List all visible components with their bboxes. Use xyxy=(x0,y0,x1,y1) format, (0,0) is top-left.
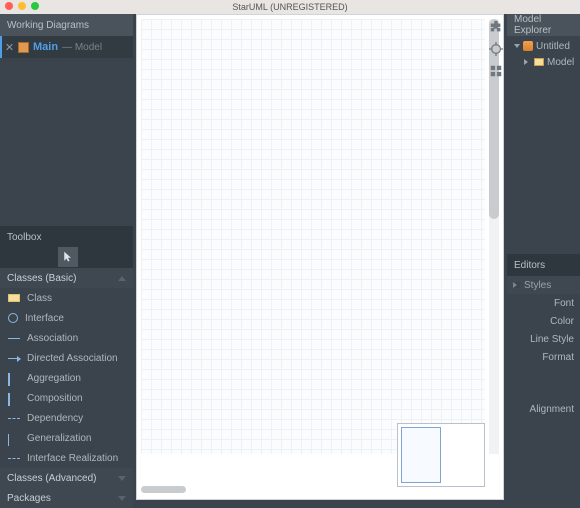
close-window-icon[interactable] xyxy=(5,2,13,10)
chevron-down-icon xyxy=(118,476,126,481)
app-title: StarUML (UNREGISTERED) xyxy=(232,2,347,12)
toolbox-item-interface[interactable]: Interface xyxy=(0,308,133,328)
project-icon xyxy=(523,41,533,51)
chevron-down-icon xyxy=(118,496,126,501)
toolbox-item-label: Aggregation xyxy=(27,373,81,384)
minimap[interactable] xyxy=(397,423,485,487)
zoom-window-icon[interactable] xyxy=(31,2,39,10)
editors-header: Editors xyxy=(507,254,580,276)
section-classes-basic[interactable]: Classes (Basic) xyxy=(0,268,133,288)
editor-item-label: Line Style xyxy=(530,334,574,345)
editors-styles-label: Styles xyxy=(524,280,551,291)
diagram-icon xyxy=(18,42,29,53)
grid-icon[interactable] xyxy=(487,62,505,80)
toolbox-item-association[interactable]: Association xyxy=(0,328,133,348)
working-diagrams-header: Working Diagrams xyxy=(0,14,133,36)
editor-item-color[interactable]: Color xyxy=(507,312,580,330)
titlebar: StarUML (UNREGISTERED) xyxy=(0,0,580,14)
toolbox-item-label: Generalization xyxy=(27,433,91,444)
toolbox-basic-list: Class Interface Association Directed Ass… xyxy=(0,288,133,468)
editor-item-label: Font xyxy=(554,298,574,309)
canvas[interactable] xyxy=(136,14,504,500)
minimap-viewport[interactable] xyxy=(401,427,441,483)
cursor-icon xyxy=(62,251,74,263)
editor-item-alignment[interactable]: Alignment xyxy=(507,400,580,418)
toolbox-header: Toolbox xyxy=(0,226,133,248)
right-panel: Model Explorer Untitled Model Editors St… xyxy=(507,14,580,508)
toolbox-item-label: Dependency xyxy=(27,413,83,424)
toolbox-item-label: Interface Realization xyxy=(27,453,118,464)
horizontal-scroll-thumb[interactable] xyxy=(141,486,186,493)
close-icon[interactable] xyxy=(6,43,14,51)
composition-icon xyxy=(8,393,10,406)
working-diagram-name: Main xyxy=(33,41,58,53)
tree-label: Model xyxy=(547,57,574,68)
section-label: Classes (Advanced) xyxy=(7,473,96,484)
editor-item-format[interactable]: Format xyxy=(507,348,580,366)
minimize-window-icon[interactable] xyxy=(18,2,26,10)
toolbox-item-label: Composition xyxy=(27,393,83,404)
interface-realization-icon xyxy=(8,458,20,459)
toolbox-item-class[interactable]: Class xyxy=(0,288,133,308)
section-packages[interactable]: Packages xyxy=(0,488,133,508)
toolbox-item-composition[interactable]: Composition xyxy=(0,388,133,408)
toolbox-item-label: Class xyxy=(27,293,52,304)
model-icon xyxy=(534,58,544,66)
tree-item-root[interactable]: Untitled xyxy=(511,38,576,54)
extension-icon[interactable] xyxy=(487,18,505,36)
vertical-scrollbar[interactable] xyxy=(489,19,499,454)
toolbox-item-label: Association xyxy=(27,333,78,344)
canvas-grid[interactable] xyxy=(141,19,485,454)
section-classes-advanced[interactable]: Classes (Advanced) xyxy=(0,468,133,488)
tree-item-model[interactable]: Model xyxy=(511,54,576,70)
canvas-area xyxy=(133,14,507,508)
toolbox-item-directed-association[interactable]: Directed Association xyxy=(0,348,133,368)
editor-item-font[interactable]: Font xyxy=(507,294,580,312)
expand-right-icon xyxy=(513,282,520,288)
editor-item-label: Alignment xyxy=(530,404,574,415)
toolbox-item-label: Directed Association xyxy=(27,353,118,364)
editors-styles-section[interactable]: Styles xyxy=(507,276,580,294)
directed-association-icon xyxy=(8,358,20,359)
target-icon[interactable] xyxy=(487,40,505,58)
window-controls xyxy=(5,2,39,10)
toolbox-item-interface-realization[interactable]: Interface Realization xyxy=(0,448,133,468)
toolbox-item-dependency[interactable]: Dependency xyxy=(0,408,133,428)
tree-label: Untitled xyxy=(536,41,570,52)
working-diagram-item[interactable]: Main — Model xyxy=(0,36,133,58)
toolbox-selection-row xyxy=(0,248,133,268)
editor-item-label: Color xyxy=(550,316,574,327)
expand-right-icon[interactable] xyxy=(524,59,531,65)
expand-down-icon[interactable] xyxy=(514,44,520,48)
association-icon xyxy=(8,338,20,339)
working-diagram-context: — Model xyxy=(62,42,102,53)
toolbox-item-label: Interface xyxy=(25,313,64,324)
toolbox-item-generalization[interactable]: Generalization xyxy=(0,428,133,448)
chevron-up-icon xyxy=(118,276,126,281)
generalization-icon xyxy=(8,434,9,446)
toolbox-item-aggregation[interactable]: Aggregation xyxy=(0,368,133,388)
editor-item-line-style[interactable]: Line Style xyxy=(507,330,580,348)
interface-icon xyxy=(8,313,18,323)
left-panel: Working Diagrams Main — Model Toolbox Cl… xyxy=(0,14,133,508)
dependency-icon xyxy=(8,418,20,419)
class-icon xyxy=(8,294,20,302)
editor-item-label: Format xyxy=(542,352,574,363)
section-label: Packages xyxy=(7,493,51,504)
section-label: Classes (Basic) xyxy=(7,273,76,284)
aggregation-icon xyxy=(8,373,10,386)
selection-tool-button[interactable] xyxy=(58,247,78,267)
model-explorer-tree: Untitled Model xyxy=(507,36,580,72)
model-explorer-header: Model Explorer xyxy=(507,14,580,36)
canvas-tool-overlay xyxy=(487,18,507,80)
